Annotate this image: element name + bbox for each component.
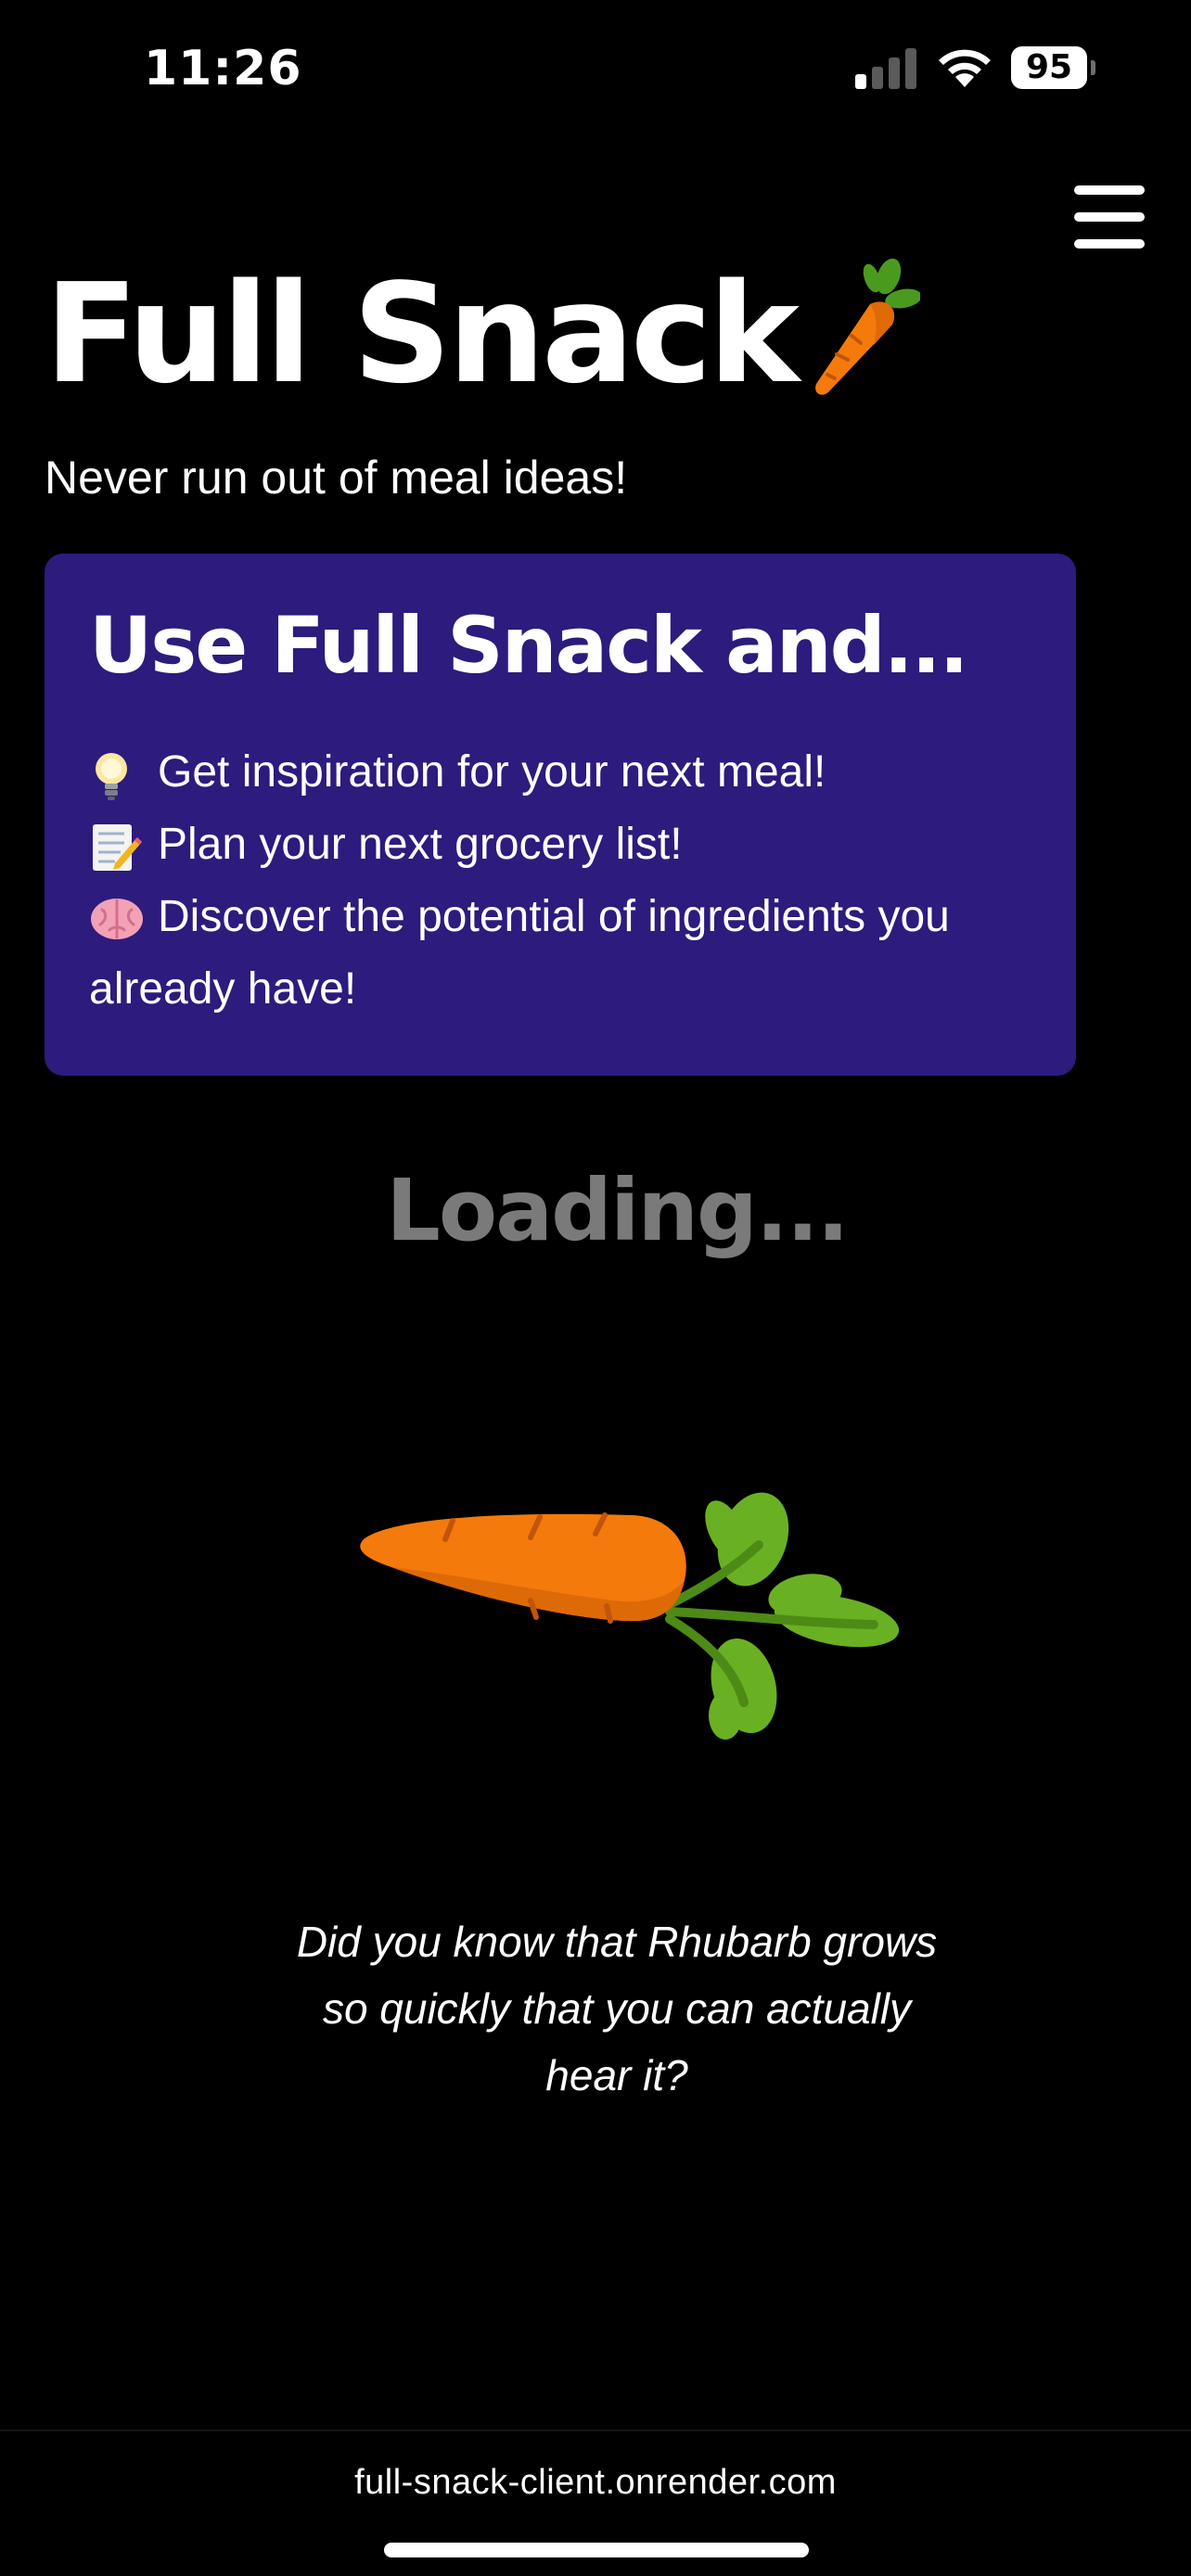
status-bar: 11:26 95	[0, 0, 1191, 139]
fun-fact-line3: hear it?	[545, 2051, 688, 2099]
card-heading: Use Full Snack and...	[89, 600, 968, 691]
feature-text-grocery: Plan your next grocery list!	[158, 820, 683, 869]
cellular-signal-icon	[855, 46, 918, 89]
fun-fact-line1: Did you know that Rhubarb grows	[296, 1918, 938, 1966]
browser-toolbar-divider	[0, 2429, 1191, 2431]
lightbulb-icon	[89, 748, 158, 801]
feature-item-inspiration: Get inspiration for your next meal!	[89, 746, 826, 801]
battery-level: 95	[1025, 48, 1073, 86]
hamburger-menu-icon[interactable]	[1067, 182, 1146, 252]
app-screen: 11:26 95 Full Snack Never run out of mea…	[0, 0, 1191, 2576]
wifi-icon	[939, 49, 991, 87]
battery-icon: 95	[1011, 46, 1095, 89]
feature-item-ingredients: Discover the potential of ingredients yo…	[89, 891, 950, 943]
app-tagline: Never run out of meal ideas!	[45, 452, 628, 504]
memo-icon	[89, 821, 158, 873]
feature-card: Use Full Snack and... Get inspiration fo…	[45, 554, 1076, 1076]
feature-item-grocery: Plan your next grocery list!	[89, 819, 683, 873]
feature-text-ingredients-line2: already have!	[89, 964, 357, 1014]
fun-fact-line2: so quickly that you can actually	[322, 1984, 912, 2033]
fun-fact: Did you know that Rhubarb grows so quick…	[232, 1908, 1002, 2109]
browser-url[interactable]: full-snack-client.onrender.com	[0, 2463, 1191, 2503]
app-title: Full Snack	[45, 254, 800, 414]
brain-icon	[89, 895, 158, 943]
feature-text-ingredients-line1: Discover the potential of ingredients yo…	[158, 892, 950, 941]
home-indicator[interactable]	[384, 2543, 809, 2557]
loading-label: Loading...	[386, 1161, 850, 1260]
carrot-icon	[815, 258, 920, 395]
carrot-icon	[360, 1492, 900, 1740]
status-time: 11:26	[144, 41, 302, 96]
feature-text-inspiration: Get inspiration for your next meal!	[158, 747, 826, 797]
